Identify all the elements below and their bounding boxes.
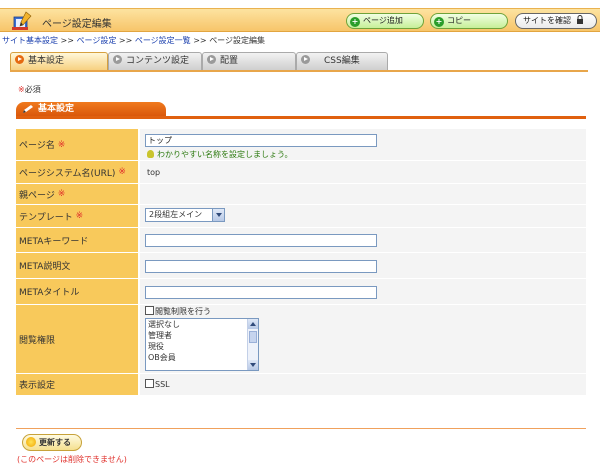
field-label: テンプレート ※ xyxy=(16,205,138,227)
form-row-template: テンプレート ※ 2段組左メイン xyxy=(16,205,586,228)
form-row-system-name: ページシステム名(URL) ※ top xyxy=(16,161,586,184)
book-pencil-icon xyxy=(12,11,32,30)
breadcrumb: サイト基本設定 >> ページ設定 >> ページ設定一覧 >> ページ設定編集 xyxy=(2,36,266,45)
app-header: ページ設定編集 + ページ追加 + コピー サイトを確認 xyxy=(0,8,600,32)
chevron-down-icon[interactable] xyxy=(212,209,224,221)
meta-keywords-input[interactable] xyxy=(145,234,377,247)
list-item[interactable]: OB会員 xyxy=(148,352,258,363)
form-row-page-name: ページ名 ※ わかりやすい名称を設定しましょう。 xyxy=(16,129,586,161)
access-restrict-checkbox-row: 閲覧制限を行う xyxy=(145,306,211,317)
field-label: 親ページ ※ xyxy=(16,184,138,204)
scroll-up-icon[interactable] xyxy=(248,319,258,329)
form-row-display: 表示設定 SSL xyxy=(16,374,586,396)
page-title: ページ設定編集 xyxy=(42,19,112,30)
play-icon xyxy=(15,55,24,64)
tab-css-edit[interactable]: CSS編集 xyxy=(296,52,388,70)
play-icon xyxy=(207,55,216,64)
system-name-value: top xyxy=(147,168,161,177)
tab-layout[interactable]: 配置 xyxy=(202,52,296,70)
footer-divider xyxy=(16,428,586,429)
form-row-meta-title: METAタイトル xyxy=(16,279,586,305)
ssl-checkbox-row: SSL xyxy=(145,379,170,389)
plus-icon: + xyxy=(350,17,360,27)
form-row-parent-page: 親ページ ※ xyxy=(16,184,586,205)
copy-page-button[interactable]: + コピー xyxy=(430,13,508,29)
section-header: 基本設定 xyxy=(16,102,166,117)
required-note: ※必須 xyxy=(18,85,41,94)
page-name-input[interactable] xyxy=(145,134,377,147)
tab-content-settings[interactable]: コンテンツ設定 xyxy=(108,52,202,70)
access-role-listbox[interactable]: 選択なし 管理者 現役 OB会員 xyxy=(145,318,259,371)
field-label: 表示設定 xyxy=(16,374,138,395)
tab-basic-settings[interactable]: 基本設定 xyxy=(10,52,108,70)
view-site-button[interactable]: サイトを確認 xyxy=(515,13,597,29)
add-page-button[interactable]: + ページ追加 xyxy=(346,13,424,29)
no-delete-note: (このページは削除できません) xyxy=(17,455,127,464)
access-restrict-checkbox[interactable] xyxy=(145,306,154,315)
form-row-meta-keywords: METAキーワード xyxy=(16,228,586,253)
plus-icon: + xyxy=(434,17,444,27)
list-item[interactable]: 選択なし xyxy=(148,319,258,330)
lock-icon xyxy=(576,15,583,24)
play-icon xyxy=(113,55,122,64)
breadcrumb-current: ページ設定編集 xyxy=(209,36,266,45)
field-label: ページシステム名(URL) ※ xyxy=(16,161,138,183)
field-label: 閲覧権限 xyxy=(16,305,138,373)
update-button[interactable]: 更新する xyxy=(22,434,82,451)
field-label: ページ名 ※ xyxy=(16,129,138,160)
field-label: META説明文 xyxy=(16,253,138,278)
meta-title-input[interactable] xyxy=(145,286,377,299)
field-label: METAキーワード xyxy=(16,228,138,252)
scroll-thumb[interactable] xyxy=(249,331,257,343)
listbox-scrollbar[interactable] xyxy=(247,319,258,370)
breadcrumb-site-settings[interactable]: サイト基本設定 xyxy=(2,36,58,45)
meta-description-input[interactable] xyxy=(145,260,377,273)
pencil-icon xyxy=(23,105,33,113)
sun-icon xyxy=(26,437,36,447)
list-item[interactable]: 現役 xyxy=(148,341,258,352)
lightbulb-icon xyxy=(147,150,154,158)
form-row-access: 閲覧権限 閲覧制限を行う 選択なし 管理者 現役 OB会員 xyxy=(16,305,586,374)
breadcrumb-page-settings[interactable]: ページ設定 xyxy=(77,36,117,45)
breadcrumb-page-list[interactable]: ページ設定一覧 xyxy=(135,36,191,45)
play-icon xyxy=(301,55,310,64)
ssl-checkbox[interactable] xyxy=(145,379,154,388)
form-row-meta-description: META説明文 xyxy=(16,253,586,279)
section-underline xyxy=(16,116,586,119)
list-item[interactable]: 管理者 xyxy=(148,330,258,341)
scroll-down-icon[interactable] xyxy=(248,360,258,370)
field-label: METAタイトル xyxy=(16,279,138,304)
template-select[interactable]: 2段組左メイン xyxy=(145,208,225,222)
tab-underline xyxy=(10,70,588,72)
page-name-hint: わかりやすい名称を設定しましょう。 xyxy=(147,149,293,160)
